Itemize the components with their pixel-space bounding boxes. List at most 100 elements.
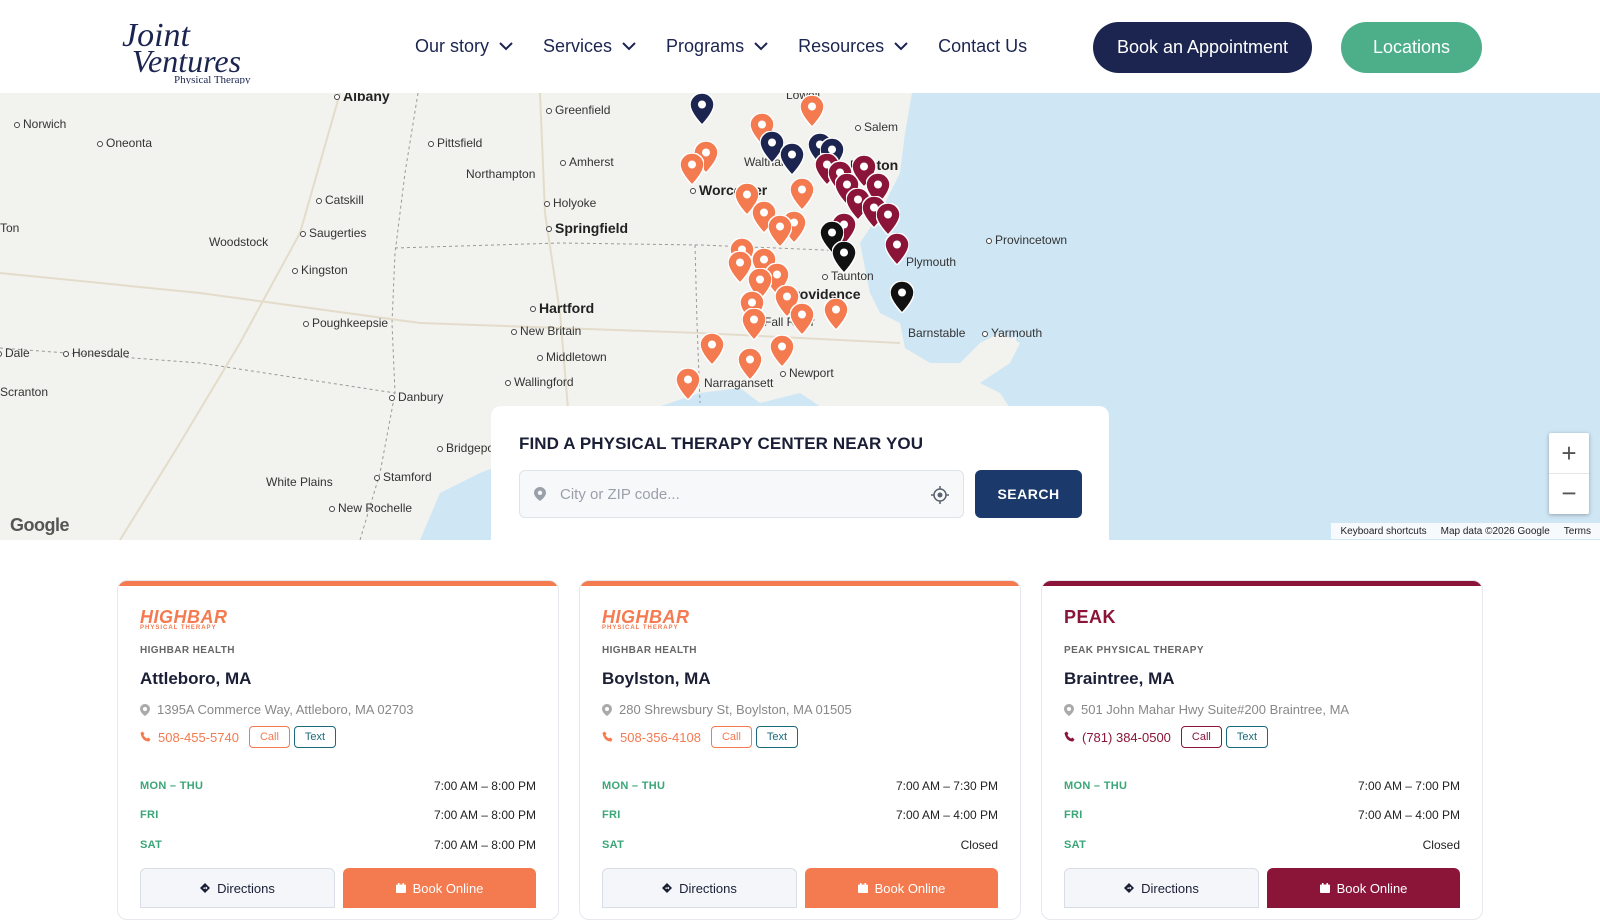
- location-pin-icon[interactable]: [675, 367, 701, 402]
- hours-day: MON – THU: [602, 779, 666, 792]
- search-input[interactable]: City or ZIP code...: [519, 470, 964, 518]
- location-pin-icon[interactable]: [831, 240, 857, 275]
- text-button[interactable]: Text: [293, 726, 337, 748]
- map-place-ton: Ton: [0, 221, 20, 235]
- location-card-braintree: PEAK PEAK PHYSICAL THERAPY Braintree, MA…: [1041, 580, 1483, 920]
- book-appointment-button[interactable]: Book an Appointment: [1093, 22, 1312, 73]
- phone-link[interactable]: (781) 384-0500: [1064, 730, 1171, 745]
- directions-button[interactable]: Directions: [1064, 868, 1259, 908]
- call-button[interactable]: Call: [248, 726, 290, 748]
- card-accent-bar: [118, 581, 558, 586]
- map-place-poughkeepsie: Poughkeepsie: [303, 316, 388, 330]
- map-place-albany: Albany: [334, 93, 390, 104]
- location-pin-icon[interactable]: [767, 214, 793, 249]
- location-pin-icon[interactable]: [769, 334, 795, 369]
- hours-row: MON – THU 7:00 AM – 7:30 PM: [602, 771, 998, 801]
- map-place-hartford: Hartford: [530, 300, 594, 316]
- location-pin-icon[interactable]: [789, 302, 815, 337]
- hours-day: FRI: [1064, 809, 1083, 822]
- keyboard-shortcuts-link[interactable]: Keyboard shortcuts: [1340, 526, 1426, 537]
- book-online-button[interactable]: Book Online: [805, 868, 998, 908]
- locations-button[interactable]: Locations: [1341, 22, 1482, 73]
- nav-services[interactable]: Services: [543, 36, 636, 57]
- peak-logo: PEAK: [1064, 607, 1116, 629]
- card-accent-bar: [1042, 581, 1482, 586]
- joint-ventures-logo[interactable]: Joint Ventures Physical Therapy: [116, 12, 276, 86]
- calendar-icon: [857, 883, 868, 893]
- map-place-amherst: Amherst: [560, 155, 614, 169]
- book-online-button[interactable]: Book Online: [1267, 868, 1460, 908]
- logo-sub: PHYSICAL THERAPY: [140, 625, 217, 631]
- location-pin-icon[interactable]: [737, 347, 763, 382]
- card-accent-bar: [580, 581, 1020, 586]
- search-placeholder: City or ZIP code...: [560, 485, 680, 503]
- map-place-new-britain: New Britain: [511, 324, 581, 338]
- location-pin-icon[interactable]: [875, 202, 901, 237]
- search-row: City or ZIP code... SEARCH: [519, 470, 1082, 518]
- location-city: Attleboro, MA: [140, 669, 252, 688]
- hours-table: MON – THU 7:00 AM – 8:00 PM FRI 7:00 AM – …: [140, 771, 536, 860]
- hours-time: 7:00 AM – 7:30 PM: [895, 778, 998, 793]
- chevron-down-icon: [499, 41, 513, 50]
- call-button[interactable]: Call: [710, 726, 752, 748]
- location-city: Boylston, MA: [602, 669, 711, 688]
- location-pin-icon[interactable]: [689, 93, 715, 127]
- map-place-saugerties: Saugerties: [300, 226, 366, 240]
- text-button[interactable]: Text: [755, 726, 799, 748]
- hours-row: SAT 7:00 AM – 8:00 PM: [140, 830, 536, 860]
- brand-name: HIGHBAR HEALTH: [602, 645, 697, 656]
- nav-our-story[interactable]: Our story: [415, 36, 513, 57]
- map-place-scranton: Scranton: [0, 385, 49, 399]
- logo-sub: PHYSICAL THERAPY: [602, 625, 679, 631]
- location-pin-icon[interactable]: [884, 232, 910, 267]
- directions-label: Directions: [1141, 880, 1199, 896]
- location-pin-icon[interactable]: [823, 297, 849, 332]
- directions-label: Directions: [217, 880, 275, 896]
- hours-day: MON – THU: [1064, 779, 1128, 792]
- map-place-greenfield: Greenfield: [546, 103, 610, 117]
- nav-contact-us[interactable]: Contact Us: [938, 36, 1027, 57]
- directions-button[interactable]: Directions: [602, 868, 797, 908]
- directions-button[interactable]: Directions: [140, 868, 335, 908]
- search-button[interactable]: SEARCH: [975, 470, 1082, 518]
- location-pin-icon[interactable]: [889, 280, 915, 315]
- call-button[interactable]: Call: [1180, 726, 1222, 748]
- location-pin-icon[interactable]: [699, 332, 725, 367]
- phone-number: (781) 384-0500: [1082, 729, 1171, 745]
- location-pin-icon[interactable]: [679, 152, 705, 187]
- nav-services-label: Services: [543, 35, 613, 56]
- logo-text: HIGHBAR: [140, 607, 228, 627]
- directions-icon: [662, 883, 673, 893]
- nav-programs-label: Programs: [666, 35, 745, 56]
- map-place-yarmouth: Yarmouth: [982, 326, 1042, 340]
- location-card-attleboro: HIGHBAR PHYSICAL THERAPY HIGHBAR HEALTH …: [117, 580, 559, 920]
- map-place-barnstable: Barnstable: [908, 326, 966, 340]
- phone-row: 508-356-4108 Call Text: [602, 726, 799, 748]
- location-pin-icon[interactable]: [789, 177, 815, 212]
- book-online-button[interactable]: Book Online: [343, 868, 536, 908]
- nav-programs[interactable]: Programs: [666, 36, 768, 57]
- map-pin-icon: [1064, 703, 1074, 716]
- gps-locate-icon[interactable]: [931, 486, 949, 504]
- hours-day: FRI: [602, 809, 621, 822]
- map-terms-link[interactable]: Terms: [1564, 526, 1591, 537]
- book-online-label: Book Online: [1336, 880, 1408, 896]
- chevron-down-icon: [622, 41, 636, 50]
- zoom-out-button[interactable]: −: [1549, 473, 1589, 513]
- nav-resources[interactable]: Resources: [798, 36, 908, 57]
- phone-row: 508-455-5740 Call Text: [140, 726, 337, 748]
- search-title: FIND A PHYSICAL THERAPY CENTER NEAR YOU: [519, 434, 924, 453]
- text-button[interactable]: Text: [1225, 726, 1269, 748]
- location-pin-icon[interactable]: [741, 307, 767, 342]
- hours-row: MON – THU 7:00 AM – 7:00 PM: [1064, 771, 1460, 801]
- location-pin-icon[interactable]: [779, 142, 805, 177]
- hours-row: MON – THU 7:00 AM – 8:00 PM: [140, 771, 536, 801]
- location-pin-icon: [534, 487, 546, 501]
- map-place-danbury: Danbury: [389, 390, 443, 404]
- hours-row: FRI 7:00 AM – 4:00 PM: [1064, 801, 1460, 831]
- phone-link[interactable]: 508-356-4108: [602, 730, 701, 745]
- location-pin-icon[interactable]: [799, 94, 825, 129]
- zoom-in-button[interactable]: +: [1549, 433, 1589, 473]
- phone-link[interactable]: 508-455-5740: [140, 730, 239, 745]
- hours-time: 7:00 AM – 8:00 PM: [433, 837, 536, 852]
